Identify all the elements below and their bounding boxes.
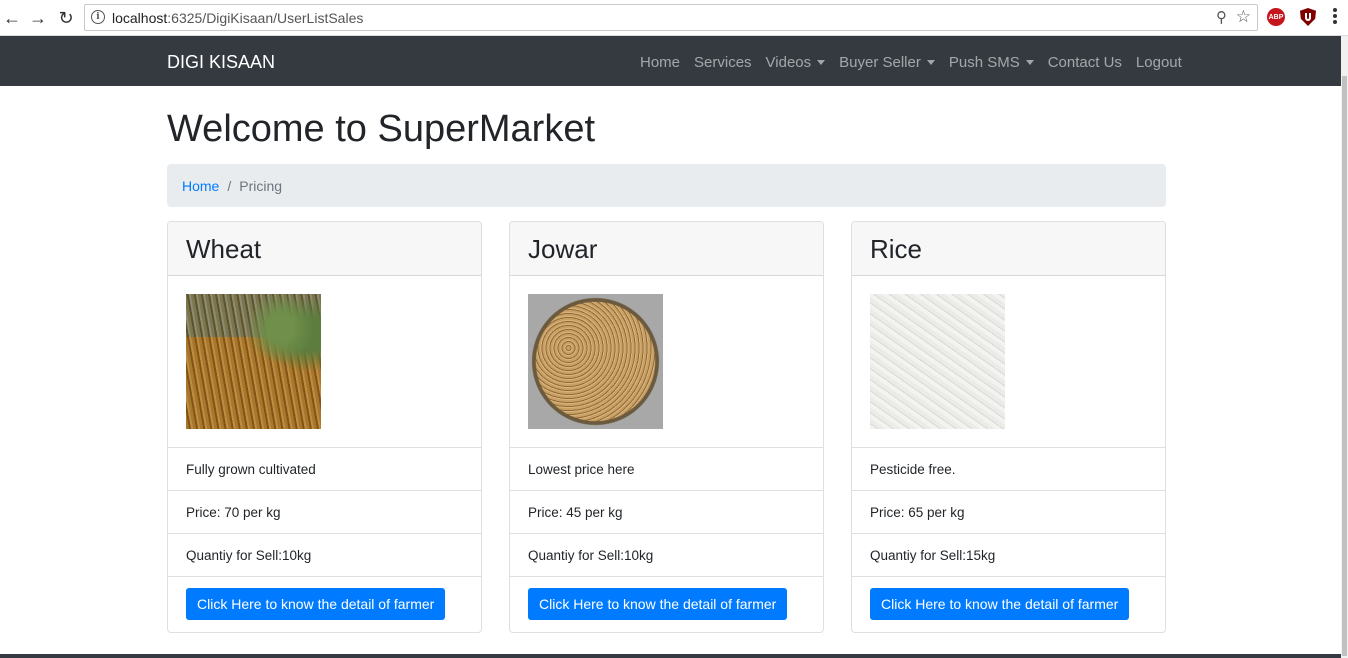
farmer-detail-button[interactable]: Click Here to know the detail of farmer (528, 588, 788, 620)
product-description: Pesticide free. (852, 448, 1165, 491)
reload-icon[interactable]: ↻ (54, 6, 78, 30)
jowar-image (528, 294, 663, 429)
caret-down-icon (926, 60, 935, 65)
product-name: Rice (852, 222, 1165, 276)
farmer-detail-button[interactable]: Click Here to know the detail of farmer (870, 588, 1130, 620)
ublock-shield-icon[interactable] (1300, 8, 1316, 26)
address-bar[interactable]: i localhost:6325/DigiKisaan/UserListSale… (84, 4, 1258, 31)
product-price: Price: 45 per kg (510, 491, 823, 534)
nav-push-sms-dropdown[interactable]: Push SMS (949, 54, 1034, 71)
nav-videos-dropdown[interactable]: Videos (766, 54, 826, 71)
product-image-container (510, 276, 823, 448)
footer-edge (0, 654, 1341, 658)
product-card-wheat: Wheat Fully grown cultivated Price: 70 p… (167, 221, 482, 633)
scrollbar-thumb[interactable] (1342, 76, 1347, 656)
farmer-detail-button[interactable]: Click Here to know the detail of farmer (186, 588, 446, 620)
breadcrumb: Home / Pricing (167, 164, 1166, 207)
product-quantity: Quantiy for Sell:10kg (168, 534, 481, 577)
nav-logout[interactable]: Logout (1136, 54, 1182, 71)
navbar-brand[interactable]: DIGI KISAAN (167, 52, 275, 73)
site-navbar: DIGI KISAAN Home Services Videos Buyer S… (0, 36, 1341, 86)
card-footer: Click Here to know the detail of farmer (510, 577, 823, 631)
breadcrumb-current: Pricing (239, 178, 283, 194)
product-name: Wheat (168, 222, 481, 276)
nav-buyer-seller-dropdown[interactable]: Buyer Seller (839, 54, 935, 71)
product-image-container (852, 276, 1165, 448)
browser-toolbar: ← → ↻ i localhost:6325/DigiKisaan/UserLi… (0, 0, 1348, 36)
product-price: Price: 70 per kg (168, 491, 481, 534)
caret-down-icon (817, 60, 826, 65)
product-quantity: Quantiy for Sell:10kg (510, 534, 823, 577)
nav-home[interactable]: Home (640, 54, 680, 71)
caret-down-icon (1025, 60, 1034, 65)
product-image-container (168, 276, 481, 448)
rice-image (870, 294, 1005, 429)
card-footer: Click Here to know the detail of farmer (852, 577, 1165, 631)
navbar-links: Home Services Videos Buyer Seller Push S… (640, 54, 1196, 71)
product-quantity: Quantiy for Sell:15kg (852, 534, 1165, 577)
product-description: Fully grown cultivated (168, 448, 481, 491)
product-name: Jowar (510, 222, 823, 276)
breadcrumb-separator: / (227, 178, 232, 194)
card-footer: Click Here to know the detail of farmer (168, 577, 481, 631)
product-card-rice: Rice Pesticide free. Price: 65 per kg Qu… (851, 221, 1166, 633)
bookmark-star-icon[interactable]: ☆ (1236, 7, 1251, 27)
url-text: localhost:6325/DigiKisaan/UserListSales (112, 10, 364, 26)
zoom-icon[interactable]: ⚲ (1216, 8, 1227, 26)
wheat-image (186, 294, 321, 429)
forward-arrow-icon[interactable]: → (26, 6, 50, 30)
back-arrow-icon[interactable]: ← (0, 6, 24, 30)
nav-contact-us[interactable]: Contact Us (1048, 54, 1122, 71)
site-info-icon[interactable]: i (91, 10, 105, 24)
breadcrumb-home-link[interactable]: Home (182, 178, 219, 194)
page-title: Welcome to SuperMarket (167, 108, 596, 150)
product-card-jowar: Jowar Lowest price here Price: 45 per kg… (509, 221, 824, 633)
product-price: Price: 65 per kg (852, 491, 1165, 534)
page-scrollbar[interactable] (1341, 36, 1348, 658)
nav-services[interactable]: Services (694, 54, 752, 71)
adblock-plus-icon[interactable]: ABP (1267, 8, 1285, 26)
product-description: Lowest price here (510, 448, 823, 491)
browser-menu-icon[interactable] (1333, 8, 1337, 26)
